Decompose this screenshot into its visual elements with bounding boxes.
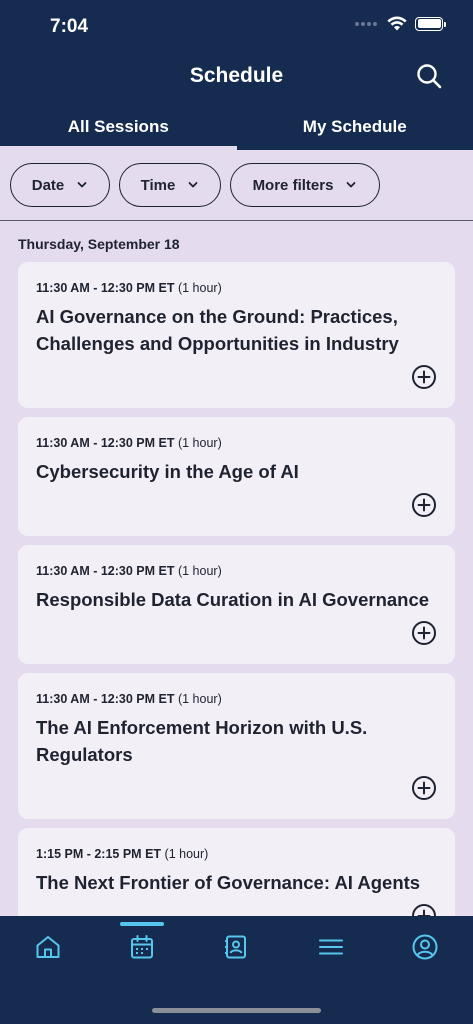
add-circle-icon [412, 904, 436, 916]
profile-icon [412, 934, 438, 960]
add-to-schedule-button[interactable] [411, 775, 437, 801]
session-card[interactable]: 11:30 AM - 12:30 PM ET (1 hour) Responsi… [18, 545, 455, 664]
add-to-schedule-button[interactable] [411, 492, 437, 518]
date-filter-label: Date [31, 176, 65, 194]
tab-my-schedule[interactable]: My Schedule [237, 108, 473, 150]
add-to-schedule-button[interactable] [411, 903, 437, 916]
contacts-icon [225, 935, 246, 959]
date-filter-button[interactable]: Date [10, 163, 110, 207]
session-title: AI Governance on the Ground: Practices, … [36, 306, 399, 354]
time-filter-label: Time [140, 176, 176, 194]
tab-menu[interactable] [317, 933, 345, 961]
bottom-tab-bar [0, 916, 473, 1024]
session-card[interactable]: 11:30 AM - 12:30 PM ET (1 hour) Cybersec… [18, 417, 455, 536]
session-list[interactable]: 11:30 AM - 12:30 PM ET (1 hour) AI Gover… [0, 262, 473, 916]
search-icon [417, 64, 442, 89]
time-filter-button[interactable]: Time [119, 163, 221, 207]
add-circle-icon [412, 493, 436, 517]
tab-schedule[interactable] [128, 933, 156, 961]
session-title: Cybersecurity in the Age of AI [36, 461, 299, 482]
battery-icon [415, 16, 446, 31]
home-icon [36, 936, 60, 958]
session-title: The AI Enforcement Horizon with U.S. Reg… [36, 717, 368, 765]
active-tab-indicator [120, 922, 164, 926]
calendar-icon [131, 935, 153, 959]
session-time: 11:30 AM - 12:30 PM ET (1 hour) [36, 281, 222, 295]
session-tabs: All Sessions My Schedule [0, 108, 473, 150]
chevron-down-icon [188, 182, 198, 188]
filter-bar: Date Time More filters [0, 150, 473, 221]
tab-all-sessions[interactable]: All Sessions [0, 108, 237, 150]
search-button[interactable] [415, 62, 443, 90]
tab-profile[interactable] [411, 933, 439, 961]
session-time: 11:30 AM - 12:30 PM ET (1 hour) [36, 436, 222, 450]
date-heading: Thursday, September 18 [18, 236, 180, 252]
add-to-schedule-button[interactable] [411, 364, 437, 390]
tab-contacts[interactable] [222, 933, 250, 961]
tab-home[interactable] [34, 933, 62, 961]
menu-icon [319, 939, 343, 955]
home-indicator [152, 1008, 321, 1013]
page-title: Schedule [189, 64, 284, 87]
more-filters-label: More filters [252, 176, 334, 194]
add-circle-icon [412, 365, 436, 389]
chevron-down-icon [77, 182, 87, 188]
add-to-schedule-button[interactable] [411, 620, 437, 646]
session-title: The Next Frontier of Governance: AI Agen… [36, 872, 421, 893]
wifi-icon [387, 16, 407, 31]
signal-icon [355, 21, 377, 26]
status-time: 7:04 [50, 16, 89, 37]
session-card[interactable]: 1:15 PM - 2:15 PM ET (1 hour) The Next F… [18, 828, 455, 916]
more-filters-button[interactable]: More filters [230, 163, 380, 207]
status-icons [355, 16, 446, 31]
session-time: 11:30 AM - 12:30 PM ET (1 hour) [36, 564, 222, 578]
session-time: 11:30 AM - 12:30 PM ET (1 hour) [36, 692, 222, 706]
app-header: 7:04 Schedule All Sessions My Schedule [0, 0, 473, 150]
add-circle-icon [412, 621, 436, 645]
session-card[interactable]: 11:30 AM - 12:30 PM ET (1 hour) The AI E… [18, 673, 455, 819]
session-title: Responsible Data Curation in AI Governan… [36, 589, 430, 610]
session-card[interactable]: 11:30 AM - 12:30 PM ET (1 hour) AI Gover… [18, 262, 455, 408]
session-time: 1:15 PM - 2:15 PM ET (1 hour) [36, 847, 209, 861]
chevron-down-icon [347, 182, 356, 188]
add-circle-icon [412, 776, 436, 800]
